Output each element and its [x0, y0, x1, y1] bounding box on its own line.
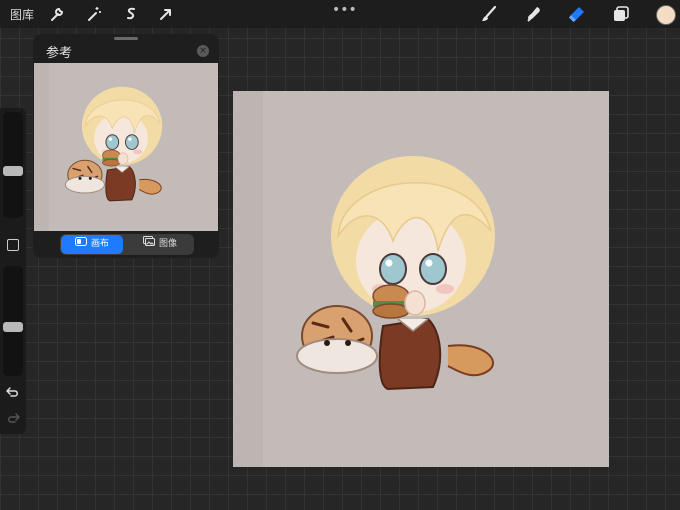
- magic-wand-icon[interactable]: [85, 5, 103, 23]
- layers-icon[interactable]: [612, 5, 630, 23]
- opacity-slider-thumb[interactable]: [3, 322, 23, 332]
- eraser-icon[interactable]: [568, 5, 586, 23]
- brush-icon[interactable]: [480, 5, 498, 23]
- brush-size-slider-thumb[interactable]: [3, 166, 23, 176]
- more-options-button[interactable]: •••: [332, 2, 357, 18]
- reference-preview-image: [34, 63, 218, 231]
- wrench-icon[interactable]: [48, 5, 66, 23]
- modify-icon[interactable]: [7, 239, 19, 251]
- color-picker-swatch[interactable]: [656, 5, 676, 25]
- smudge-icon[interactable]: [525, 5, 543, 23]
- left-sidebar: [0, 108, 26, 434]
- drawing-canvas[interactable]: [233, 91, 609, 467]
- image-icon: [142, 235, 155, 254]
- reference-mode-toggle: 画布 图像: [60, 234, 194, 255]
- tab-image[interactable]: 图像: [128, 235, 192, 254]
- gallery-button[interactable]: 图库: [10, 6, 34, 23]
- reference-panel[interactable]: 参考 × 画布 图像: [33, 34, 219, 258]
- brush-size-slider[interactable]: [3, 112, 23, 218]
- opacity-slider[interactable]: [3, 266, 23, 376]
- tab-canvas-label: 画布: [90, 239, 109, 249]
- selection-icon[interactable]: [122, 5, 140, 23]
- redo-icon[interactable]: [5, 411, 21, 425]
- tab-image-label: 图像: [158, 239, 177, 249]
- undo-icon[interactable]: [5, 385, 21, 399]
- top-toolbar: 图库 •••: [0, 0, 680, 28]
- canvas-artwork: [233, 91, 609, 467]
- tab-canvas[interactable]: 画布: [61, 235, 123, 254]
- reference-panel-drag-handle[interactable]: [114, 37, 138, 40]
- canvas-icon: [74, 235, 87, 254]
- reference-panel-title: 参考: [46, 46, 73, 61]
- close-icon[interactable]: ×: [197, 45, 209, 57]
- transform-arrow-icon[interactable]: [157, 5, 175, 23]
